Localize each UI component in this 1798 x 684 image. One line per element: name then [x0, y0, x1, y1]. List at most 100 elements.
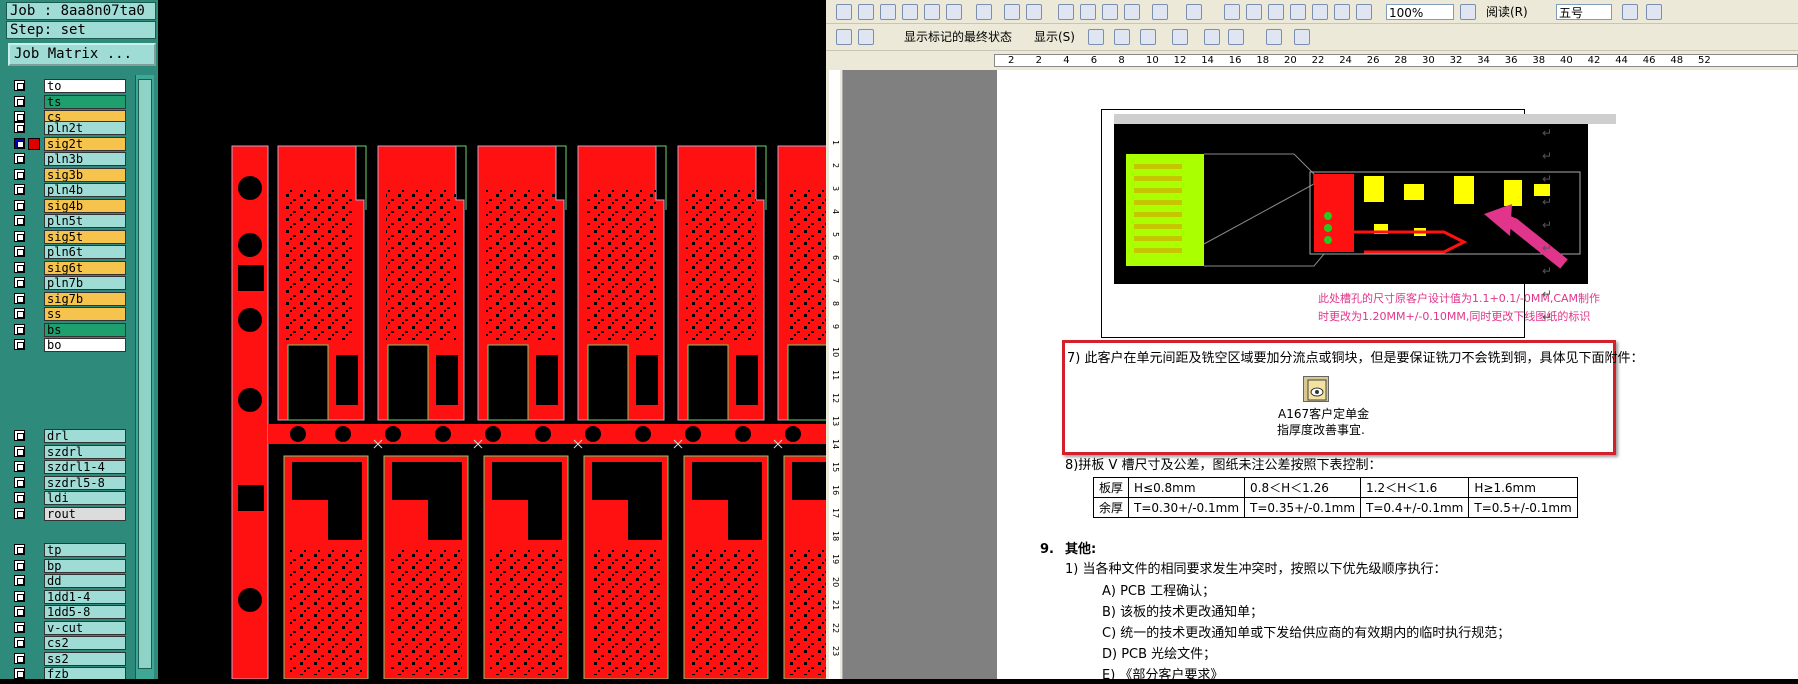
insert-comment-icon[interactable] [1204, 29, 1220, 45]
attachment-name-2[interactable]: 指厚度改善事宜. [1277, 422, 1365, 438]
embedded-pcb-image[interactable]: 此处槽孔的尺寸原客户设计值为1.1+0.1/-0MM,CAM制作 时更改为1.2… [1101, 109, 1616, 338]
redo-icon[interactable] [1186, 4, 1202, 20]
layer-checkbox[interactable] [14, 430, 25, 441]
layer-name[interactable]: pln5t [44, 214, 126, 228]
layer-row[interactable]: sig4b [8, 198, 130, 214]
layer-checkbox[interactable] [14, 199, 25, 211]
layer-name[interactable]: 1dd1-4 [44, 589, 126, 604]
highlight-icon[interactable] [1228, 29, 1244, 45]
layer-name[interactable]: sig3b [44, 167, 126, 182]
v-cut-tolerance-table[interactable]: 板厚 H≤0.8mm 0.8＜H＜1.26 1.2＜H＜1.6 H≥1.6mm … [1092, 477, 1578, 518]
layer-row[interactable]: pln4b [8, 183, 130, 198]
table-cell[interactable]: 1.2＜H＜1.6 [1360, 477, 1470, 498]
hyperlink-icon[interactable] [1224, 4, 1240, 20]
layer-row[interactable]: v-cut [8, 620, 130, 636]
layer-checkbox[interactable] [14, 590, 25, 602]
read-button[interactable]: 阅读(R) [1486, 4, 1528, 20]
layer-checkbox[interactable] [14, 137, 25, 149]
layer-row[interactable]: ldi [8, 491, 130, 506]
table-cell[interactable]: H≤0.8mm [1128, 477, 1246, 498]
layer-checkbox[interactable] [14, 445, 25, 457]
new-doc-icon[interactable] [836, 4, 852, 20]
layer-name[interactable]: bo [44, 338, 126, 352]
pdf-settings-icon[interactable] [858, 29, 874, 45]
layer-scrollbar[interactable] [135, 75, 154, 679]
layer-name[interactable]: fzb [44, 667, 126, 679]
layer-name[interactable]: pln6t [44, 245, 126, 259]
horizontal-ruler[interactable]: 2 2 4 6 8 10 12 14 16 18 20 22 24 26 28 30 32 34 36 38 40 42 4… [826, 51, 1798, 70]
layer-checkbox[interactable] [14, 544, 25, 555]
layer-name[interactable]: szdrl5-8 [44, 475, 126, 490]
layer-checkbox[interactable] [14, 637, 25, 648]
layer-checkbox[interactable] [14, 507, 25, 519]
layer-checkbox[interactable] [14, 95, 25, 107]
table-cell[interactable]: T=0.4+/-0.1mm [1360, 497, 1470, 518]
layer-name[interactable]: ss2 [44, 651, 126, 666]
layer-row[interactable]: rout [8, 506, 130, 522]
layer-checkbox[interactable] [14, 476, 25, 488]
layer-checkbox[interactable] [14, 606, 25, 617]
layer-row[interactable]: dd [8, 574, 130, 589]
layer-name[interactable]: rout [44, 506, 126, 521]
layer-row[interactable]: pln3b [8, 152, 130, 167]
layer-row[interactable]: sig5t [8, 229, 130, 245]
layer-checkbox[interactable] [14, 492, 25, 503]
track-changes-icon[interactable] [1266, 29, 1282, 45]
reject-change-icon[interactable] [1172, 29, 1188, 45]
print-preview-icon[interactable] [946, 4, 962, 20]
table-cell[interactable]: T=0.30+/-0.1mm [1128, 497, 1246, 518]
reviewing-pane-icon[interactable] [1294, 29, 1310, 45]
insert-excel-icon[interactable] [1290, 4, 1306, 20]
layer-name[interactable]: 1dd5-8 [44, 605, 126, 619]
layer-name[interactable]: sig7b [44, 291, 126, 306]
layer-checkbox[interactable] [14, 168, 25, 180]
layer-row[interactable]: bp [8, 558, 130, 574]
layer-name[interactable]: szdrl1-4 [44, 460, 126, 474]
layer-name[interactable]: bp [44, 558, 126, 573]
layer-name[interactable]: drl [44, 429, 126, 443]
layer-row[interactable]: pln5t [8, 214, 130, 229]
format-painter-icon[interactable] [1124, 4, 1140, 20]
layer-name[interactable]: ldi [44, 491, 126, 505]
layer-row[interactable]: drl [8, 429, 130, 444]
layer-checkbox[interactable] [14, 277, 25, 288]
layer-name[interactable]: cs2 [44, 636, 126, 650]
layer-checkbox[interactable] [14, 292, 25, 304]
paste-icon[interactable] [1102, 4, 1118, 20]
zoom-select[interactable]: 100% [1386, 4, 1454, 20]
pcb-board-view[interactable] [158, 0, 826, 679]
research-icon[interactable] [1004, 4, 1020, 20]
layer-row[interactable]: pln7b [8, 276, 130, 291]
save-icon[interactable] [880, 4, 896, 20]
layer-name[interactable]: pln2t [44, 121, 126, 135]
layer-row[interactable]: cs2 [8, 636, 130, 651]
layer-row[interactable]: bs [8, 322, 130, 338]
layer-checkbox[interactable] [14, 323, 25, 335]
layer-name[interactable]: sig2t [44, 136, 126, 151]
layer-checkbox[interactable] [14, 122, 25, 133]
layer-checkbox[interactable] [14, 668, 25, 679]
table-cell[interactable]: 0.8＜H＜1.26 [1244, 477, 1362, 498]
document-page[interactable]: 此处槽孔的尺寸原客户设计值为1.1+0.1/-0MM,CAM制作 时更改为1.2… [997, 70, 1798, 683]
document-map-icon[interactable] [1356, 4, 1372, 20]
attachment-icon[interactable] [1303, 376, 1329, 402]
layer-row[interactable]: sig3b [8, 167, 130, 183]
scrollbar-thumb[interactable] [138, 79, 152, 669]
layer-checkbox[interactable] [14, 230, 25, 242]
font-color-icon[interactable] [1646, 4, 1662, 20]
layer-name[interactable]: ts [44, 94, 126, 109]
layer-checkbox[interactable] [14, 559, 25, 571]
layer-checkbox[interactable] [14, 215, 25, 226]
layer-checkbox[interactable] [14, 80, 25, 91]
layer-checkbox[interactable] [14, 308, 25, 319]
bold-icon[interactable] [1622, 4, 1638, 20]
help-icon[interactable] [1460, 4, 1476, 20]
vertical-ruler[interactable]: 1 2 3 4 5 6 7 8 9 10 11 12 13 14 15 16 17 18 19 20 21 22 23 [826, 70, 843, 679]
layer-checkbox[interactable] [14, 184, 25, 195]
layer-row[interactable]: pln2t [8, 121, 130, 136]
open-icon[interactable] [858, 4, 874, 20]
layer-row[interactable]: szdrl1-4 [8, 460, 130, 475]
layer-row[interactable]: 1dd5-8 [8, 605, 130, 620]
table-cell[interactable]: 余厚 [1092, 497, 1130, 518]
layer-checkbox[interactable] [14, 575, 25, 586]
